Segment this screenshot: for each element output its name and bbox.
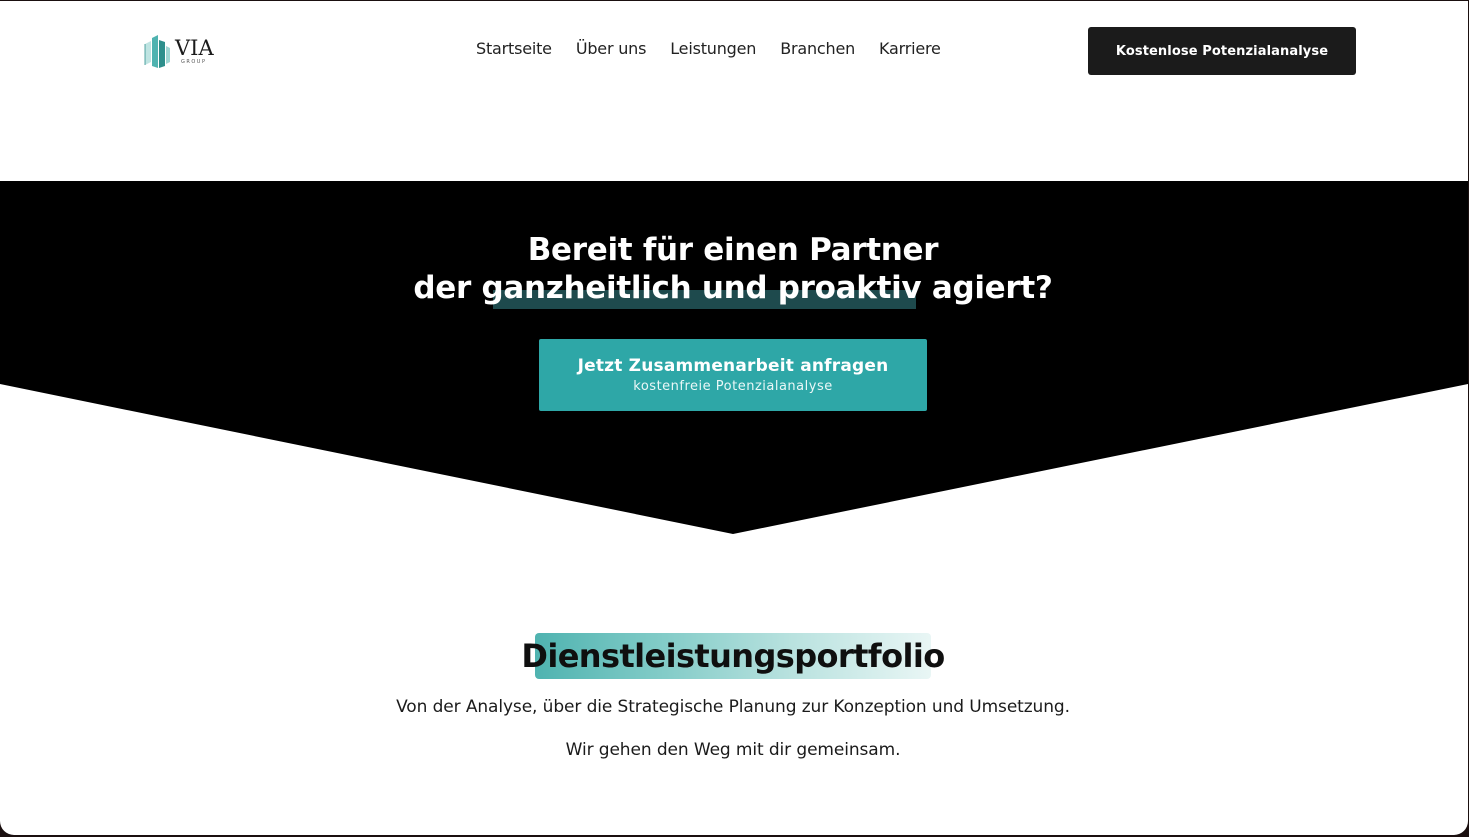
logo[interactable]: VIA GROUP bbox=[143, 31, 223, 71]
main-nav: Startseite Über uns Leistungen Branchen … bbox=[476, 39, 941, 58]
hero-title: Bereit für einen Partner der ganzheitlic… bbox=[0, 231, 1466, 307]
logo-text: VIA GROUP bbox=[175, 35, 214, 65]
potenzialanalyse-button[interactable]: Kostenlose Potenzialanalyse bbox=[1088, 27, 1356, 75]
portfolio-description: Von der Analyse, über die Strategische P… bbox=[396, 697, 1070, 717]
nav-item-startseite[interactable]: Startseite bbox=[476, 39, 552, 58]
nav-item-leistungen[interactable]: Leistungen bbox=[670, 39, 756, 58]
zusammenarbeit-button-label: Jetzt Zusammenarbeit anfragen bbox=[577, 356, 889, 376]
page: VIA GROUP Startseite Über uns Leistungen… bbox=[0, 1, 1468, 835]
hero-title-line2: der ganzheitlich und proaktiv agiert? bbox=[413, 270, 1053, 306]
nav-item-ueber-uns[interactable]: Über uns bbox=[576, 39, 647, 58]
nav-item-karriere[interactable]: Karriere bbox=[879, 39, 941, 58]
zusammenarbeit-button-sublabel: kostenfreie Potenzialanalyse bbox=[633, 379, 833, 394]
portfolio-title-highlight: Dienstleistungsportfolio bbox=[521, 633, 945, 679]
site-header: VIA GROUP Startseite Über uns Leistungen… bbox=[0, 1, 1468, 101]
portfolio-title: Dienstleistungsportfolio bbox=[521, 637, 945, 675]
logo-word: VIA bbox=[175, 35, 214, 60]
logo-sub: GROUP bbox=[181, 58, 207, 65]
nav-item-branchen[interactable]: Branchen bbox=[780, 39, 855, 58]
logo-mark-icon bbox=[144, 35, 170, 68]
portfolio-tagline: Wir gehen den Weg mit dir gemeinsam. bbox=[565, 740, 901, 760]
zusammenarbeit-button[interactable]: Jetzt Zusammenarbeit anfragen kostenfrei… bbox=[539, 339, 927, 411]
hero-title-line1: Bereit für einen Partner bbox=[527, 232, 939, 268]
